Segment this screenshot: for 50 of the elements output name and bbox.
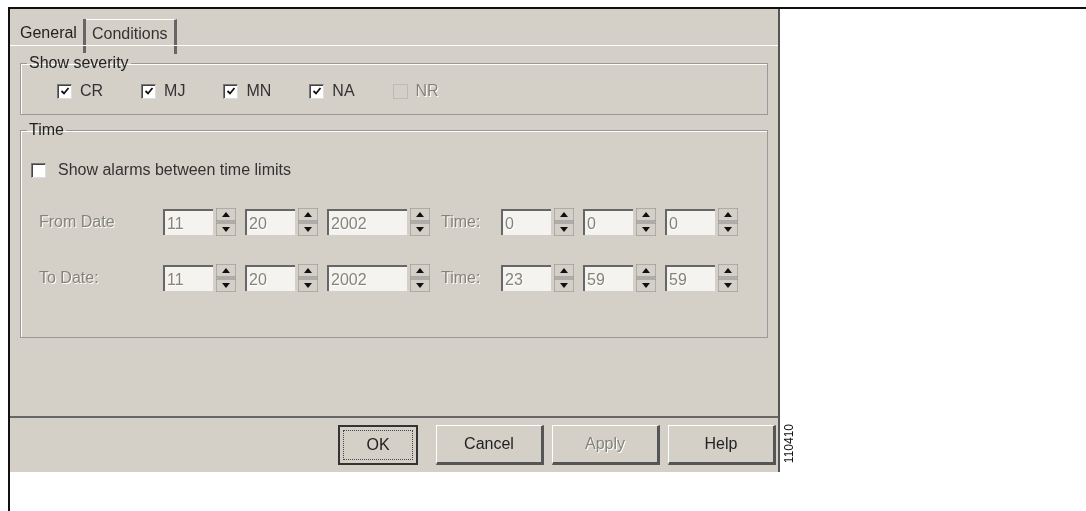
checkbox-label: MN bbox=[246, 82, 272, 100]
spin-field[interactable]: 0 bbox=[501, 209, 551, 235]
check-icon bbox=[311, 86, 322, 96]
spin-field[interactable]: 2002 bbox=[327, 209, 407, 235]
checkbox[interactable] bbox=[57, 83, 72, 99]
spin-field[interactable]: 20 bbox=[245, 265, 295, 291]
checkbox-label: NR bbox=[415, 82, 439, 100]
group-title: Time bbox=[28, 121, 65, 139]
check-icon bbox=[225, 86, 236, 96]
checkbox[interactable] bbox=[223, 83, 239, 99]
field-label: To Date: bbox=[39, 269, 100, 287]
spin-button[interactable] bbox=[718, 208, 738, 236]
checkbox-label: NA bbox=[332, 82, 355, 100]
spin-field[interactable]: 0 bbox=[665, 209, 715, 235]
spin-button[interactable] bbox=[636, 264, 656, 292]
dialog-button[interactable]: Cancel bbox=[436, 425, 544, 465]
field-label: Time: bbox=[441, 213, 482, 231]
spin-button[interactable] bbox=[216, 264, 236, 292]
checkbox[interactable] bbox=[141, 83, 157, 99]
field-label: Time: bbox=[441, 269, 482, 287]
spin-field[interactable]: 59 bbox=[583, 265, 633, 291]
spin-field[interactable]: 59 bbox=[665, 265, 715, 291]
spin-button[interactable] bbox=[410, 264, 430, 292]
spin-field[interactable]: 0 bbox=[583, 209, 633, 235]
checkbox-label: MJ bbox=[164, 82, 186, 100]
checkbox-label: Show alarms between time limits bbox=[58, 161, 291, 179]
spin-button[interactable] bbox=[554, 264, 574, 292]
spin-field[interactable]: 11 bbox=[163, 265, 213, 291]
check-icon bbox=[59, 86, 70, 96]
spin-field[interactable]: 23 bbox=[501, 265, 551, 291]
figure-number: 110410 bbox=[782, 424, 796, 464]
spin-button[interactable] bbox=[636, 208, 656, 236]
check-icon bbox=[143, 86, 154, 96]
spin-button[interactable] bbox=[298, 208, 318, 236]
spin-button[interactable] bbox=[554, 208, 574, 236]
checkbox-label: CR bbox=[80, 82, 104, 100]
checkbox[interactable] bbox=[309, 83, 325, 99]
field-label: From Date bbox=[39, 213, 116, 231]
spin-button[interactable] bbox=[410, 208, 430, 236]
group-title: Show severity bbox=[28, 54, 130, 72]
spin-field[interactable]: 11 bbox=[163, 209, 213, 235]
spin-field[interactable]: 20 bbox=[245, 209, 295, 235]
checkbox[interactable] bbox=[31, 162, 46, 178]
spin-button[interactable] bbox=[718, 264, 738, 292]
tab[interactable]: Conditions bbox=[85, 19, 177, 54]
dialog-button[interactable]: OK bbox=[338, 425, 418, 465]
dialog-button[interactable]: Help bbox=[668, 425, 776, 465]
spin-button[interactable] bbox=[298, 264, 318, 292]
spin-field[interactable]: 2002 bbox=[327, 265, 407, 291]
spin-button[interactable] bbox=[216, 208, 236, 236]
